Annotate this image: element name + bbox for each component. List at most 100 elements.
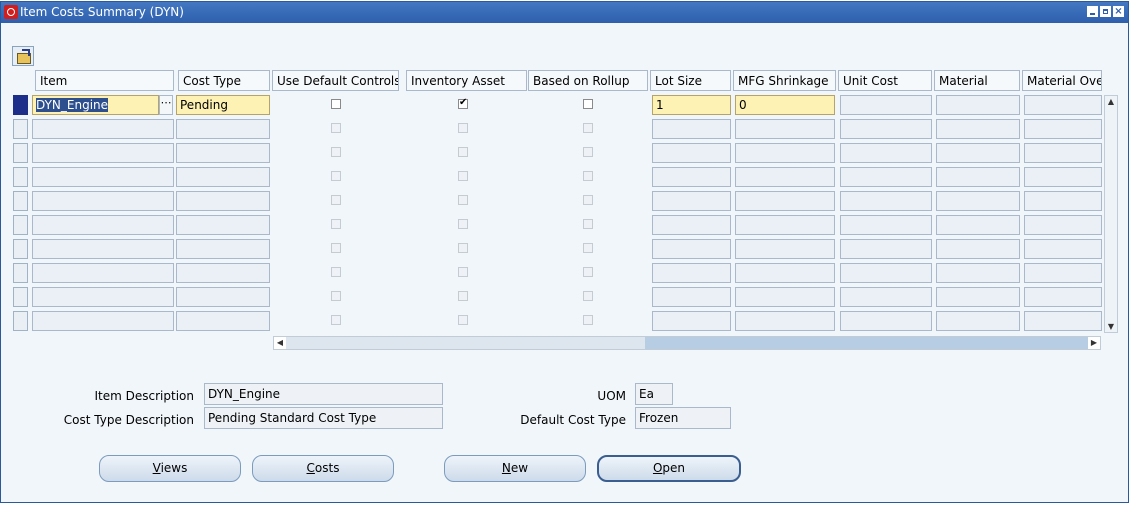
- cell-material-overhead[interactable]: [1024, 287, 1102, 307]
- cell-mfg-shrinkage[interactable]: [735, 239, 835, 259]
- cell-unit-cost[interactable]: [840, 143, 932, 163]
- scroll-up-icon[interactable]: ▲: [1105, 97, 1117, 106]
- cell-item[interactable]: DYN_Engine: [32, 95, 159, 115]
- column-header-material[interactable]: Material: [934, 70, 1020, 91]
- cell-item[interactable]: [32, 119, 174, 139]
- cell-cost-type[interactable]: [176, 143, 270, 163]
- cell-unit-cost[interactable]: [840, 239, 932, 259]
- item-description-field[interactable]: DYN_Engine: [204, 383, 443, 405]
- row-selector[interactable]: [13, 167, 28, 187]
- cell-cost-type[interactable]: Pending: [176, 95, 270, 115]
- cell-material[interactable]: [936, 143, 1020, 163]
- cell-unit-cost[interactable]: [840, 95, 932, 115]
- scroll-right-icon[interactable]: ▶: [1088, 338, 1100, 347]
- cell-cost-type[interactable]: [176, 167, 270, 187]
- scroll-left-icon[interactable]: ◀: [274, 338, 286, 347]
- cell-mfg-shrinkage[interactable]: [735, 215, 835, 235]
- checkbox-use-default-controls[interactable]: [331, 99, 341, 109]
- cell-material-overhead[interactable]: [1024, 191, 1102, 211]
- cell-lot-size[interactable]: 1: [652, 95, 731, 115]
- horizontal-scroll-track[interactable]: [645, 337, 1088, 349]
- cell-unit-cost[interactable]: [840, 119, 932, 139]
- cell-lot-size[interactable]: [652, 287, 731, 307]
- cell-cost-type[interactable]: [176, 215, 270, 235]
- cell-lot-size[interactable]: [652, 191, 731, 211]
- column-header-cost-type[interactable]: Cost Type: [178, 70, 270, 91]
- cell-material-overhead[interactable]: [1024, 215, 1102, 235]
- column-header-based-on-rollup[interactable]: Based on Rollup: [528, 70, 648, 91]
- scroll-down-icon[interactable]: ▼: [1105, 322, 1117, 331]
- cell-material-overhead[interactable]: [1024, 239, 1102, 259]
- cell-unit-cost[interactable]: [840, 215, 932, 235]
- cell-mfg-shrinkage[interactable]: [735, 143, 835, 163]
- column-header-unit-cost[interactable]: Unit Cost: [838, 70, 932, 91]
- cell-material-overhead[interactable]: [1024, 119, 1102, 139]
- row-selector[interactable]: [13, 215, 28, 235]
- cell-material-overhead[interactable]: [1024, 95, 1102, 115]
- cell-item[interactable]: [32, 143, 174, 163]
- cell-material[interactable]: [936, 119, 1020, 139]
- cell-item[interactable]: [32, 167, 174, 187]
- close-icon[interactable]: ×: [1113, 6, 1124, 17]
- cell-unit-cost[interactable]: [840, 167, 932, 187]
- cell-material-overhead[interactable]: [1024, 143, 1102, 163]
- cell-lot-size[interactable]: [652, 215, 731, 235]
- uom-field[interactable]: Ea: [635, 383, 673, 405]
- cell-lot-size[interactable]: [652, 167, 731, 187]
- cell-material[interactable]: [936, 239, 1020, 259]
- cell-mfg-shrinkage[interactable]: [735, 287, 835, 307]
- column-header-mfg-shrinkage[interactable]: MFG Shrinkage: [733, 70, 836, 91]
- checkbox-based-on-rollup[interactable]: [583, 99, 593, 109]
- cell-item[interactable]: [32, 263, 174, 283]
- vertical-scrollbar[interactable]: ▲ ▼: [1104, 95, 1118, 333]
- cost-type-description-field[interactable]: Pending Standard Cost Type: [204, 407, 443, 429]
- cell-material[interactable]: [936, 191, 1020, 211]
- row-selector[interactable]: [13, 191, 28, 211]
- cell-mfg-shrinkage[interactable]: 0: [735, 95, 835, 115]
- cell-item[interactable]: [32, 311, 174, 331]
- row-selector[interactable]: [13, 311, 28, 331]
- cell-cost-type[interactable]: [176, 191, 270, 211]
- cell-unit-cost[interactable]: [840, 263, 932, 283]
- new-button[interactable]: New: [444, 455, 586, 482]
- open-folder-icon[interactable]: [12, 46, 34, 66]
- list-of-values-icon[interactable]: ⋯: [159, 95, 173, 115]
- views-button[interactable]: Views: [99, 455, 241, 482]
- horizontal-scrollbar[interactable]: ◀ ▶: [273, 336, 1101, 350]
- column-header-material-overhead[interactable]: Material Over: [1022, 70, 1102, 91]
- cell-material[interactable]: [936, 287, 1020, 307]
- column-header-item[interactable]: Item: [35, 70, 174, 91]
- row-selector[interactable]: [13, 263, 28, 283]
- cell-lot-size[interactable]: [652, 263, 731, 283]
- row-selector[interactable]: [13, 287, 28, 307]
- cell-unit-cost[interactable]: [840, 311, 932, 331]
- cell-cost-type[interactable]: [176, 239, 270, 259]
- cell-cost-type[interactable]: [176, 263, 270, 283]
- minimize-icon[interactable]: [1087, 6, 1098, 17]
- cell-mfg-shrinkage[interactable]: [735, 191, 835, 211]
- cell-cost-type[interactable]: [176, 119, 270, 139]
- cell-material[interactable]: [936, 215, 1020, 235]
- cell-item[interactable]: [32, 191, 174, 211]
- row-selector[interactable]: [13, 143, 28, 163]
- cell-unit-cost[interactable]: [840, 287, 932, 307]
- cell-material[interactable]: [936, 95, 1020, 115]
- cell-cost-type[interactable]: [176, 287, 270, 307]
- cell-unit-cost[interactable]: [840, 191, 932, 211]
- cell-lot-size[interactable]: [652, 311, 731, 331]
- cell-material[interactable]: [936, 311, 1020, 331]
- cell-lot-size[interactable]: [652, 143, 731, 163]
- cell-mfg-shrinkage[interactable]: [735, 119, 835, 139]
- cell-item[interactable]: [32, 215, 174, 235]
- cell-item[interactable]: [32, 239, 174, 259]
- row-selector[interactable]: [13, 239, 28, 259]
- cell-lot-size[interactable]: [652, 239, 731, 259]
- cell-mfg-shrinkage[interactable]: [735, 311, 835, 331]
- checkbox-inventory-asset[interactable]: [458, 97, 468, 109]
- cell-material-overhead[interactable]: [1024, 167, 1102, 187]
- cell-cost-type[interactable]: [176, 311, 270, 331]
- cell-material[interactable]: [936, 167, 1020, 187]
- column-header-lot-size[interactable]: Lot Size: [650, 70, 731, 91]
- maximize-icon[interactable]: [1100, 6, 1111, 17]
- column-header-inventory-asset[interactable]: Inventory Asset: [406, 70, 527, 91]
